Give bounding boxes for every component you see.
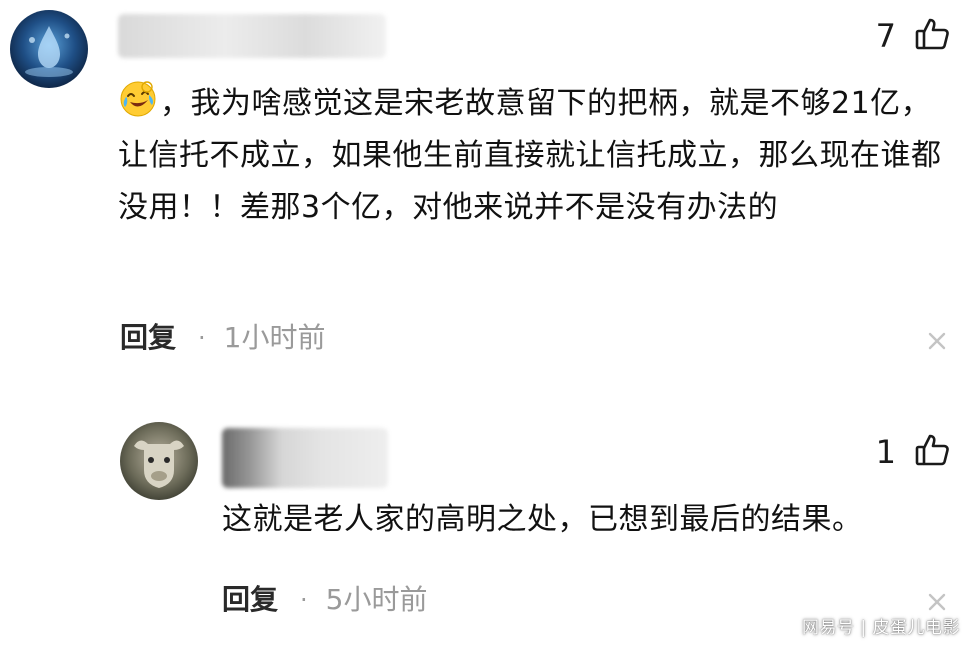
reply-button[interactable]: 回复: [222, 582, 278, 618]
avatar[interactable]: [10, 10, 88, 88]
reply-button[interactable]: 回复: [120, 320, 176, 356]
crying-laughing-emoji: [118, 79, 158, 119]
timestamp: 5小时前: [325, 583, 428, 616]
separator-dot: ·: [198, 324, 206, 352]
username-blurred: [222, 428, 388, 488]
comment-meta: 回复 · 5小时前: [222, 582, 427, 618]
thumbs-up-icon[interactable]: [914, 16, 950, 52]
separator-dot: ·: [300, 586, 308, 614]
username-blurred: [118, 14, 386, 58]
close-icon[interactable]: [927, 331, 947, 351]
like-count: 7: [875, 17, 896, 55]
comment-meta: 回复 · 1小时前: [120, 320, 325, 356]
comment-body: 这就是老人家的高明之处，已想到最后的结果。: [222, 502, 863, 537]
like-count: 1: [875, 433, 896, 471]
comment-body: ，我为啥感觉这是宋老故意留下的把柄，就是不够21亿，让信托不成立，如果他生前直接…: [118, 86, 942, 225]
close-icon[interactable]: [927, 592, 947, 612]
timestamp: 1小时前: [223, 321, 326, 354]
watermark: 网易号 | 皮蛋儿电影: [801, 618, 960, 638]
thumbs-up-icon[interactable]: [914, 432, 950, 468]
comment-text: ，我为啥感觉这是宋老故意留下的把柄，就是不够21亿，让信托不成立，如果他生前直接…: [118, 78, 948, 234]
avatar[interactable]: [120, 422, 198, 500]
